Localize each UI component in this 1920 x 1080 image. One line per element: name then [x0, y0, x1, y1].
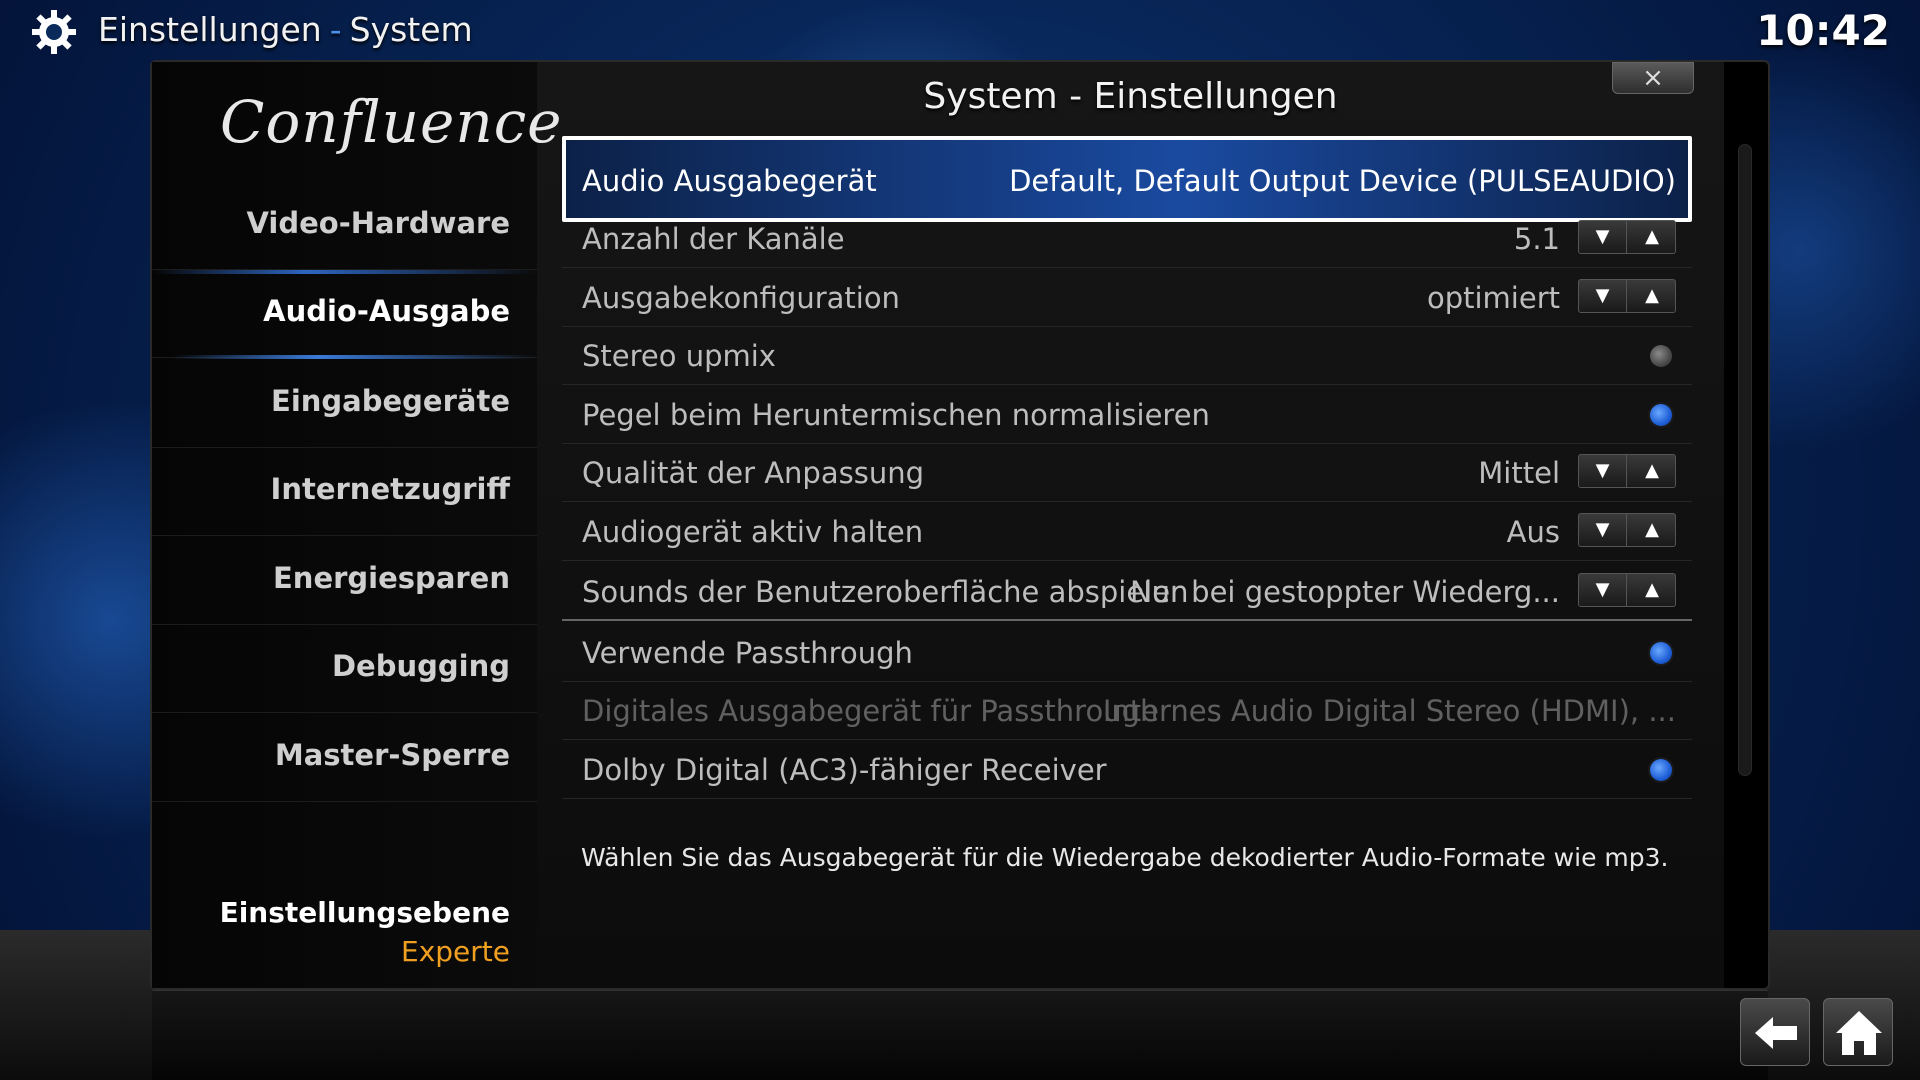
setting-stereo-upmix[interactable]: Stereo upmix — [562, 327, 1692, 385]
spinner-down-button[interactable]: ▼ — [1579, 455, 1627, 487]
setting-value: 5.1 — [1513, 222, 1560, 256]
spinner: ▼ ▲ — [1578, 454, 1676, 488]
setting-label: Stereo upmix — [582, 339, 776, 373]
sidebar-item-debugging[interactable]: Debugging — [152, 625, 537, 713]
setting-value: Internes Audio Digital Stereo (HDMI), ..… — [1102, 694, 1676, 728]
confluence-logo: Confluence — [220, 88, 563, 156]
bottom-panel — [152, 990, 1768, 1080]
sidebar-item-label: Master-Sperre — [274, 738, 510, 772]
clock: 10:42 — [1756, 6, 1890, 55]
setting-label: Qualität der Anpassung — [582, 456, 924, 490]
sidebar-item-master-sperre[interactable]: Master-Sperre — [152, 714, 537, 802]
setting-label: Digitales Ausgabegerät für Passthrough — [582, 694, 1159, 728]
spinner: ▼ ▲ — [1578, 279, 1676, 313]
sidebar-item-internetzugriff[interactable]: Internetzugriff — [152, 448, 537, 536]
setting-channel-count[interactable]: Anzahl der Kanäle 5.1 ▼ ▲ — [562, 210, 1692, 268]
spinner: ▼ ▲ — [1578, 573, 1676, 607]
settings-level-label[interactable]: Einstellungsebene — [220, 896, 510, 929]
setting-label: Audio Ausgabegerät — [582, 164, 877, 198]
top-bar: Einstellungen - System 10:42 — [0, 0, 1920, 62]
spinner-up-button[interactable]: ▲ — [1628, 221, 1676, 253]
home-button[interactable] — [1823, 998, 1893, 1066]
setting-label: Ausgabekonfiguration — [582, 281, 900, 315]
setting-label: Pegel beim Heruntermischen normalisieren — [582, 398, 1210, 432]
sidebar-item-energiesparen[interactable]: Energiesparen — [152, 537, 537, 625]
setting-label: Anzahl der Kanäle — [582, 222, 845, 256]
setting-value: Mittel — [1478, 456, 1560, 490]
spinner-up-button[interactable]: ▲ — [1628, 455, 1676, 487]
setting-gui-sounds[interactable]: Sounds der Benutzeroberfläche abspielen … — [562, 563, 1692, 621]
setting-label: Audiogerät aktiv halten — [582, 515, 924, 549]
spinner-up-button[interactable]: ▲ — [1628, 514, 1676, 546]
settings-level-value[interactable]: Experte — [401, 935, 510, 968]
sidebar-item-label: Eingabegeräte — [271, 384, 510, 418]
setting-value: Nur bei gestoppter Wiederg... — [1129, 575, 1560, 609]
spinner-down-button[interactable]: ▼ — [1579, 574, 1627, 606]
toggle-off-indicator[interactable] — [1650, 345, 1672, 367]
spinner-up-button[interactable]: ▲ — [1628, 280, 1676, 312]
setting-dolby-digital-receiver[interactable]: Dolby Digital (AC3)-fähiger Receiver — [562, 741, 1692, 799]
breadcrumb: Einstellungen - System — [98, 10, 473, 49]
spinner-up-button[interactable]: ▲ — [1628, 574, 1676, 606]
sidebar-item-label: Internetzugriff — [270, 472, 510, 506]
setting-normalize-downmix[interactable]: Pegel beim Heruntermischen normalisieren — [562, 386, 1692, 444]
spinner-down-button[interactable]: ▼ — [1579, 221, 1627, 253]
setting-description: Wählen Sie das Ausgabegerät für die Wied… — [581, 843, 1669, 872]
spinner-down-button[interactable]: ▼ — [1579, 514, 1627, 546]
breadcrumb-section: Einstellungen — [98, 10, 322, 49]
sidebar-item-label: Audio-Ausgabe — [263, 294, 510, 328]
back-arrow-icon — [1755, 1017, 1797, 1049]
back-button[interactable] — [1740, 998, 1810, 1066]
sidebar-item-label: Debugging — [331, 649, 510, 683]
close-button[interactable]: × — [1612, 62, 1694, 94]
spinner: ▼ ▲ — [1578, 513, 1676, 547]
sidebar-item-video-hardware[interactable]: Video-Hardware — [152, 182, 537, 270]
setting-passthrough-device: Digitales Ausgabegerät für Passthrough I… — [562, 682, 1692, 740]
setting-resample-quality[interactable]: Qualität der Anpassung Mittel ▼ ▲ — [562, 444, 1692, 502]
breadcrumb-separator: - — [329, 10, 342, 49]
toggle-on-indicator[interactable] — [1650, 404, 1672, 426]
setting-value: Default, Default Output Device (PULSEAUD… — [1009, 164, 1676, 198]
setting-output-configuration[interactable]: Ausgabekonfiguration optimiert ▼ ▲ — [562, 269, 1692, 327]
setting-label: Sounds der Benutzeroberfläche abspielen — [582, 575, 1189, 609]
spinner: ▼ ▲ — [1578, 220, 1676, 254]
sidebar-item-label: Video-Hardware — [246, 206, 511, 240]
scrollbar[interactable] — [1738, 144, 1752, 776]
breadcrumb-page: System — [349, 10, 473, 49]
setting-use-passthrough[interactable]: Verwende Passthrough — [562, 624, 1692, 682]
setting-value: optimiert — [1426, 281, 1560, 315]
dialog-title: System - Einstellungen — [923, 76, 1338, 117]
setting-label: Dolby Digital (AC3)-fähiger Receiver — [582, 753, 1107, 787]
toggle-on-indicator[interactable] — [1650, 642, 1672, 664]
setting-keep-audio-device-alive[interactable]: Audiogerät aktiv halten Aus ▼ ▲ — [562, 503, 1692, 561]
setting-label: Verwende Passthrough — [582, 636, 913, 670]
sidebar-item-audio-ausgabe[interactable]: Audio-Ausgabe — [152, 270, 537, 359]
setting-value: Aus — [1506, 515, 1560, 549]
toggle-on-indicator[interactable] — [1650, 759, 1672, 781]
spinner-down-button[interactable]: ▼ — [1579, 280, 1627, 312]
sidebar-item-label: Energiesparen — [273, 561, 510, 595]
sidebar-item-eingabegeraete[interactable]: Eingabegeräte — [152, 360, 537, 448]
home-icon — [1836, 1011, 1882, 1055]
gear-icon — [32, 10, 76, 54]
